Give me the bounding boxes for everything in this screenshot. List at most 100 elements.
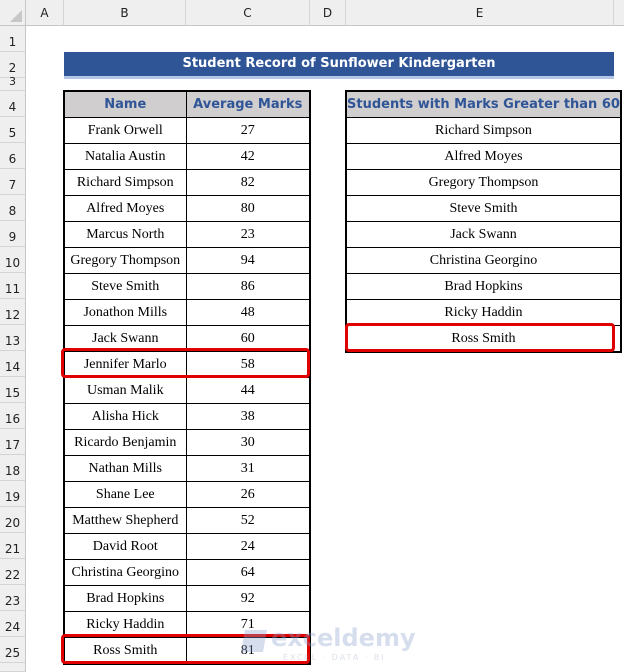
result-student-name-cell[interactable]: Jack Swann <box>346 221 621 248</box>
table-row: Nathan Mills 31 <box>64 455 311 482</box>
average-marks-cell[interactable]: 24 <box>185 533 311 560</box>
column-header-c[interactable]: C <box>186 0 310 26</box>
average-marks-cell[interactable]: 94 <box>185 247 311 274</box>
column-header-a[interactable]: A <box>26 0 64 26</box>
row-header-14[interactable]: 14 <box>0 351 26 377</box>
student-name-cell[interactable]: Usman Malik <box>64 377 187 404</box>
row-header-22[interactable]: 22 <box>0 559 26 585</box>
student-name-cell[interactable]: Matthew Shepherd <box>64 507 187 534</box>
student-name-cell[interactable]: Ross Smith <box>64 637 187 664</box>
result-student-name-cell[interactable]: Ross Smith <box>346 325 621 352</box>
average-marks-cell[interactable]: 38 <box>185 403 311 430</box>
row-header-15[interactable]: 15 <box>0 377 26 403</box>
student-name-cell[interactable]: Brad Hopkins <box>64 585 187 612</box>
student-name-cell[interactable]: Ricardo Benjamin <box>64 429 187 456</box>
table-row: Natalia Austin 42 <box>64 143 311 170</box>
student-marks-table: Name Average Marks Frank Orwell 27 Natalia… <box>63 90 311 665</box>
student-name-cell[interactable]: Christina Georgino <box>64 559 187 586</box>
row-header-17[interactable]: 17 <box>0 429 26 455</box>
average-marks-cell[interactable]: 44 <box>185 377 311 404</box>
average-marks-cell[interactable]: 42 <box>185 143 311 170</box>
result-student-name-cell[interactable]: Steve Smith <box>346 195 621 222</box>
student-name-cell[interactable]: Alfred Moyes <box>64 195 187 222</box>
average-marks-cell[interactable]: 60 <box>185 325 311 352</box>
average-marks-cell[interactable]: 92 <box>185 585 311 612</box>
student-name-cell[interactable]: Nathan Mills <box>64 455 187 482</box>
average-marks-cell[interactable]: 31 <box>185 455 311 482</box>
student-name-cell[interactable]: Ricky Haddin <box>64 611 187 638</box>
student-name-cell[interactable]: Marcus North <box>64 221 187 248</box>
column-header-d[interactable]: D <box>310 0 346 26</box>
average-marks-cell[interactable]: 26 <box>185 481 311 508</box>
result-student-name-cell[interactable]: Christina Georgino <box>346 247 621 274</box>
row-header-5[interactable]: 5 <box>0 117 26 143</box>
average-marks-cell[interactable]: 30 <box>185 429 311 456</box>
row-header-26-partial[interactable] <box>0 663 26 672</box>
table-row: Alisha Hick 38 <box>64 403 311 430</box>
student-name-cell[interactable]: Jennifer Marlo <box>64 351 187 378</box>
row-header-1[interactable]: 1 <box>0 26 26 52</box>
average-marks-cell[interactable]: 58 <box>185 351 311 378</box>
column-header-f-partial[interactable] <box>614 0 624 26</box>
table-row: Ricardo Benjamin 30 <box>64 429 311 456</box>
row-header-13[interactable]: 13 <box>0 325 26 351</box>
column-header-students-above-60[interactable]: Students with Marks Greater than 60 <box>346 91 621 118</box>
student-name-cell[interactable]: Jonathon Mills <box>64 299 187 326</box>
student-name-cell[interactable]: Jack Swann <box>64 325 187 352</box>
column-header-e[interactable]: E <box>346 0 614 26</box>
table-row: Ricky Haddin <box>346 299 621 326</box>
table-row: Jonathon Mills 48 <box>64 299 311 326</box>
student-name-cell[interactable]: David Root <box>64 533 187 560</box>
column-header-average-marks[interactable]: Average Marks <box>185 91 311 118</box>
average-marks-cell[interactable]: 48 <box>185 299 311 326</box>
average-marks-cell[interactable]: 64 <box>185 559 311 586</box>
average-marks-cell[interactable]: 27 <box>185 117 311 144</box>
row-header-20[interactable]: 20 <box>0 507 26 533</box>
row-header-23[interactable]: 23 <box>0 585 26 611</box>
average-marks-cell[interactable]: 23 <box>185 221 311 248</box>
row-header-24[interactable]: 24 <box>0 611 26 637</box>
row-header-21[interactable]: 21 <box>0 533 26 559</box>
table-row: Jack Swann <box>346 221 621 248</box>
row-header-7[interactable]: 7 <box>0 169 26 195</box>
title-underline <box>64 76 614 79</box>
average-marks-cell[interactable]: 86 <box>185 273 311 300</box>
row-header-9[interactable]: 9 <box>0 221 26 247</box>
row-header-4[interactable]: 4 <box>0 91 26 117</box>
table-row: Steve Smith 86 <box>64 273 311 300</box>
row-header-11[interactable]: 11 <box>0 273 26 299</box>
table-row: Alfred Moyes 80 <box>64 195 311 222</box>
row-header-19[interactable]: 19 <box>0 481 26 507</box>
student-name-cell[interactable]: Shane Lee <box>64 481 187 508</box>
table-row: Alfred Moyes <box>346 143 621 170</box>
student-name-cell[interactable]: Steve Smith <box>64 273 187 300</box>
row-header-3[interactable]: 3 <box>0 76 26 91</box>
exceldemy-logo-icon <box>241 630 267 652</box>
row-header-16[interactable]: 16 <box>0 403 26 429</box>
row-header-6[interactable]: 6 <box>0 143 26 169</box>
result-student-name-cell[interactable]: Gregory Thompson <box>346 169 621 196</box>
result-student-name-cell[interactable]: Brad Hopkins <box>346 273 621 300</box>
result-student-name-cell[interactable]: Ricky Haddin <box>346 299 621 326</box>
table-header-row: Name Average Marks <box>64 91 311 118</box>
student-name-cell[interactable]: Richard Simpson <box>64 169 187 196</box>
row-header-25[interactable]: 25 <box>0 637 26 663</box>
student-name-cell[interactable]: Alisha Hick <box>64 403 187 430</box>
column-header-name[interactable]: Name <box>64 91 187 118</box>
select-all-corner[interactable] <box>0 0 26 26</box>
average-marks-cell[interactable]: 82 <box>185 169 311 196</box>
row-header-10[interactable]: 10 <box>0 247 26 273</box>
student-name-cell[interactable]: Frank Orwell <box>64 117 187 144</box>
row-header-12[interactable]: 12 <box>0 299 26 325</box>
row-header-8[interactable]: 8 <box>0 195 26 221</box>
average-marks-cell[interactable]: 52 <box>185 507 311 534</box>
column-header-b[interactable]: B <box>64 0 186 26</box>
student-name-cell[interactable]: Gregory Thompson <box>64 247 187 274</box>
table-row: Matthew Shepherd 52 <box>64 507 311 534</box>
student-name-cell[interactable]: Natalia Austin <box>64 143 187 170</box>
average-marks-cell[interactable]: 80 <box>185 195 311 222</box>
result-student-name-cell[interactable]: Richard Simpson <box>346 117 621 144</box>
result-student-name-cell[interactable]: Alfred Moyes <box>346 143 621 170</box>
row-header-18[interactable]: 18 <box>0 455 26 481</box>
table-row: Gregory Thompson <box>346 169 621 196</box>
